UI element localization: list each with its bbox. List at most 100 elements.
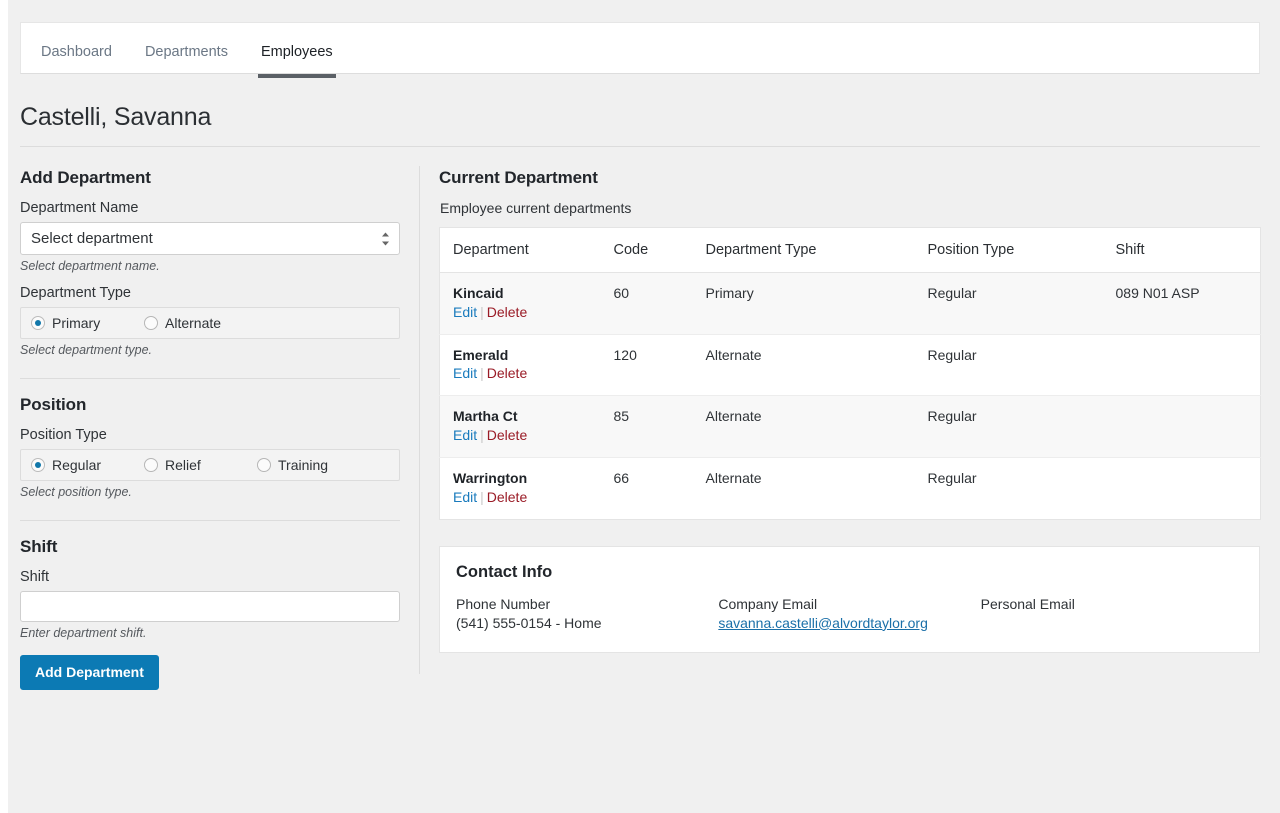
contact-field-value xyxy=(981,615,1243,632)
column-divider xyxy=(419,166,420,674)
radio-position-type-relief[interactable]: Relief xyxy=(144,457,239,473)
tab-dashboard[interactable]: Dashboard xyxy=(41,45,112,74)
cell-department: Emerald Edit|Delete xyxy=(440,334,614,396)
cell-department-type: Alternate xyxy=(706,458,928,520)
cell-code: 60 xyxy=(614,273,706,335)
tab-departments[interactable]: Departments xyxy=(145,45,228,74)
radio-label: Relief xyxy=(165,457,201,473)
contact-info-heading: Contact Info xyxy=(456,563,1243,582)
current-department-panel: Current Department Employee current depa… xyxy=(439,160,1260,653)
radio-dot-icon xyxy=(31,316,45,330)
cell-department: Martha Ct Edit|Delete xyxy=(440,396,614,458)
edit-link[interactable]: Edit xyxy=(453,365,477,381)
department-name: Martha Ct xyxy=(453,408,614,426)
action-separator: | xyxy=(480,304,484,320)
cell-position-type: Regular xyxy=(928,273,1116,335)
shift-help: Enter department shift. xyxy=(20,626,400,640)
add-department-button[interactable]: Add Department xyxy=(20,655,159,690)
row-actions: Edit|Delete xyxy=(453,489,527,505)
department-name-help: Select department name. xyxy=(20,259,400,273)
shift-input[interactable] xyxy=(20,591,400,622)
contact-field-label: Company Email xyxy=(718,596,980,612)
radio-label: Regular xyxy=(52,457,101,473)
col-code: Code xyxy=(614,228,706,273)
form-divider-position xyxy=(20,378,400,379)
department-type-label: Department Type xyxy=(20,285,400,301)
delete-link[interactable]: Delete xyxy=(487,365,527,381)
cell-code: 120 xyxy=(614,334,706,396)
current-department-heading: Current Department xyxy=(439,168,1260,188)
position-type-help: Select position type. xyxy=(20,485,400,499)
row-actions: Edit|Delete xyxy=(453,427,527,443)
radio-label: Alternate xyxy=(165,315,221,331)
table-row: Kincaid Edit|Delete 60 Primary Regular 0… xyxy=(440,273,1261,335)
department-type-radio-group: Primary Alternate xyxy=(20,307,400,339)
delete-link[interactable]: Delete xyxy=(487,304,527,320)
position-type-radio-group: Regular Relief Training xyxy=(20,449,400,481)
cell-code: 85 xyxy=(614,396,706,458)
contact-info-grid: Phone Number (541) 555-0154 - Home Compa… xyxy=(456,596,1243,632)
radio-dot-icon xyxy=(144,458,158,472)
contact-field-company-email: Company Email savanna.castelli@alvordtay… xyxy=(718,596,980,632)
col-shift: Shift xyxy=(1116,228,1261,273)
radio-position-type-training[interactable]: Training xyxy=(257,457,328,473)
edit-link[interactable]: Edit xyxy=(453,427,477,443)
cell-shift xyxy=(1116,334,1261,396)
delete-link[interactable]: Delete xyxy=(487,489,527,505)
cell-department: Warrington Edit|Delete xyxy=(440,458,614,520)
table-body: Kincaid Edit|Delete 60 Primary Regular 0… xyxy=(440,273,1261,520)
radio-position-type-regular[interactable]: Regular xyxy=(31,457,126,473)
cell-shift: 089 N01 ASP xyxy=(1116,273,1261,335)
col-department-type: Department Type xyxy=(706,228,928,273)
department-name: Kincaid xyxy=(453,285,614,303)
radio-department-type-primary[interactable]: Primary xyxy=(31,315,126,331)
action-separator: | xyxy=(480,489,484,505)
current-department-subtitle: Employee current departments xyxy=(440,200,1260,216)
department-name-select[interactable]: Select department xyxy=(20,222,400,255)
cell-department-type: Primary xyxy=(706,273,928,335)
tab-employees[interactable]: Employees xyxy=(261,45,333,74)
current-department-table: Department Code Department Type Position… xyxy=(439,227,1261,520)
cell-department: Kincaid Edit|Delete xyxy=(440,273,614,335)
cell-position-type: Regular xyxy=(928,334,1116,396)
cell-shift xyxy=(1116,458,1261,520)
cell-shift xyxy=(1116,396,1261,458)
cell-position-type: Regular xyxy=(928,396,1116,458)
row-actions: Edit|Delete xyxy=(453,365,527,381)
contact-field-personal-email: Personal Email xyxy=(981,596,1243,632)
edit-link[interactable]: Edit xyxy=(453,304,477,320)
contact-field-label: Personal Email xyxy=(981,596,1243,612)
delete-link[interactable]: Delete xyxy=(487,427,527,443)
contact-field-value: savanna.castelli@alvordtaylor.org xyxy=(718,615,980,632)
table-row: Martha Ct Edit|Delete 85 Alternate Regul… xyxy=(440,396,1261,458)
department-name: Emerald xyxy=(453,347,614,365)
table-header-row: Department Code Department Type Position… xyxy=(440,228,1261,273)
cell-department-type: Alternate xyxy=(706,334,928,396)
table-head: Department Code Department Type Position… xyxy=(440,228,1261,273)
contact-info-card: Contact Info Phone Number (541) 555-0154… xyxy=(439,546,1260,653)
tab-bar-card: Dashboard Departments Employees xyxy=(20,22,1260,74)
table-row: Emerald Edit|Delete 120 Alternate Regula… xyxy=(440,334,1261,396)
contact-field-phone-number: Phone Number (541) 555-0154 - Home xyxy=(456,596,718,632)
edit-link[interactable]: Edit xyxy=(453,489,477,505)
row-actions: Edit|Delete xyxy=(453,304,527,320)
radio-department-type-alternate[interactable]: Alternate xyxy=(144,315,221,331)
company-email-link[interactable]: savanna.castelli@alvordtaylor.org xyxy=(718,615,928,631)
cell-code: 66 xyxy=(614,458,706,520)
contact-field-value: (541) 555-0154 - Home xyxy=(456,615,718,632)
table-row: Warrington Edit|Delete 66 Alternate Regu… xyxy=(440,458,1261,520)
shift-heading: Shift xyxy=(20,537,400,557)
shift-label: Shift xyxy=(20,569,400,585)
radio-dot-icon xyxy=(257,458,271,472)
cell-position-type: Regular xyxy=(928,458,1116,520)
radio-label: Primary xyxy=(52,315,100,331)
app-page: Dashboard Departments Employees Castelli… xyxy=(8,0,1280,813)
cell-department-type: Alternate xyxy=(706,396,928,458)
tab-list: Dashboard Departments Employees xyxy=(21,23,1259,73)
add-department-heading: Add Department xyxy=(20,168,400,188)
department-name: Warrington xyxy=(453,470,614,488)
department-type-help: Select department type. xyxy=(20,343,400,357)
col-department: Department xyxy=(440,228,614,273)
add-department-form: Add Department Department Name Select de… xyxy=(20,160,400,690)
position-heading: Position xyxy=(20,395,400,415)
